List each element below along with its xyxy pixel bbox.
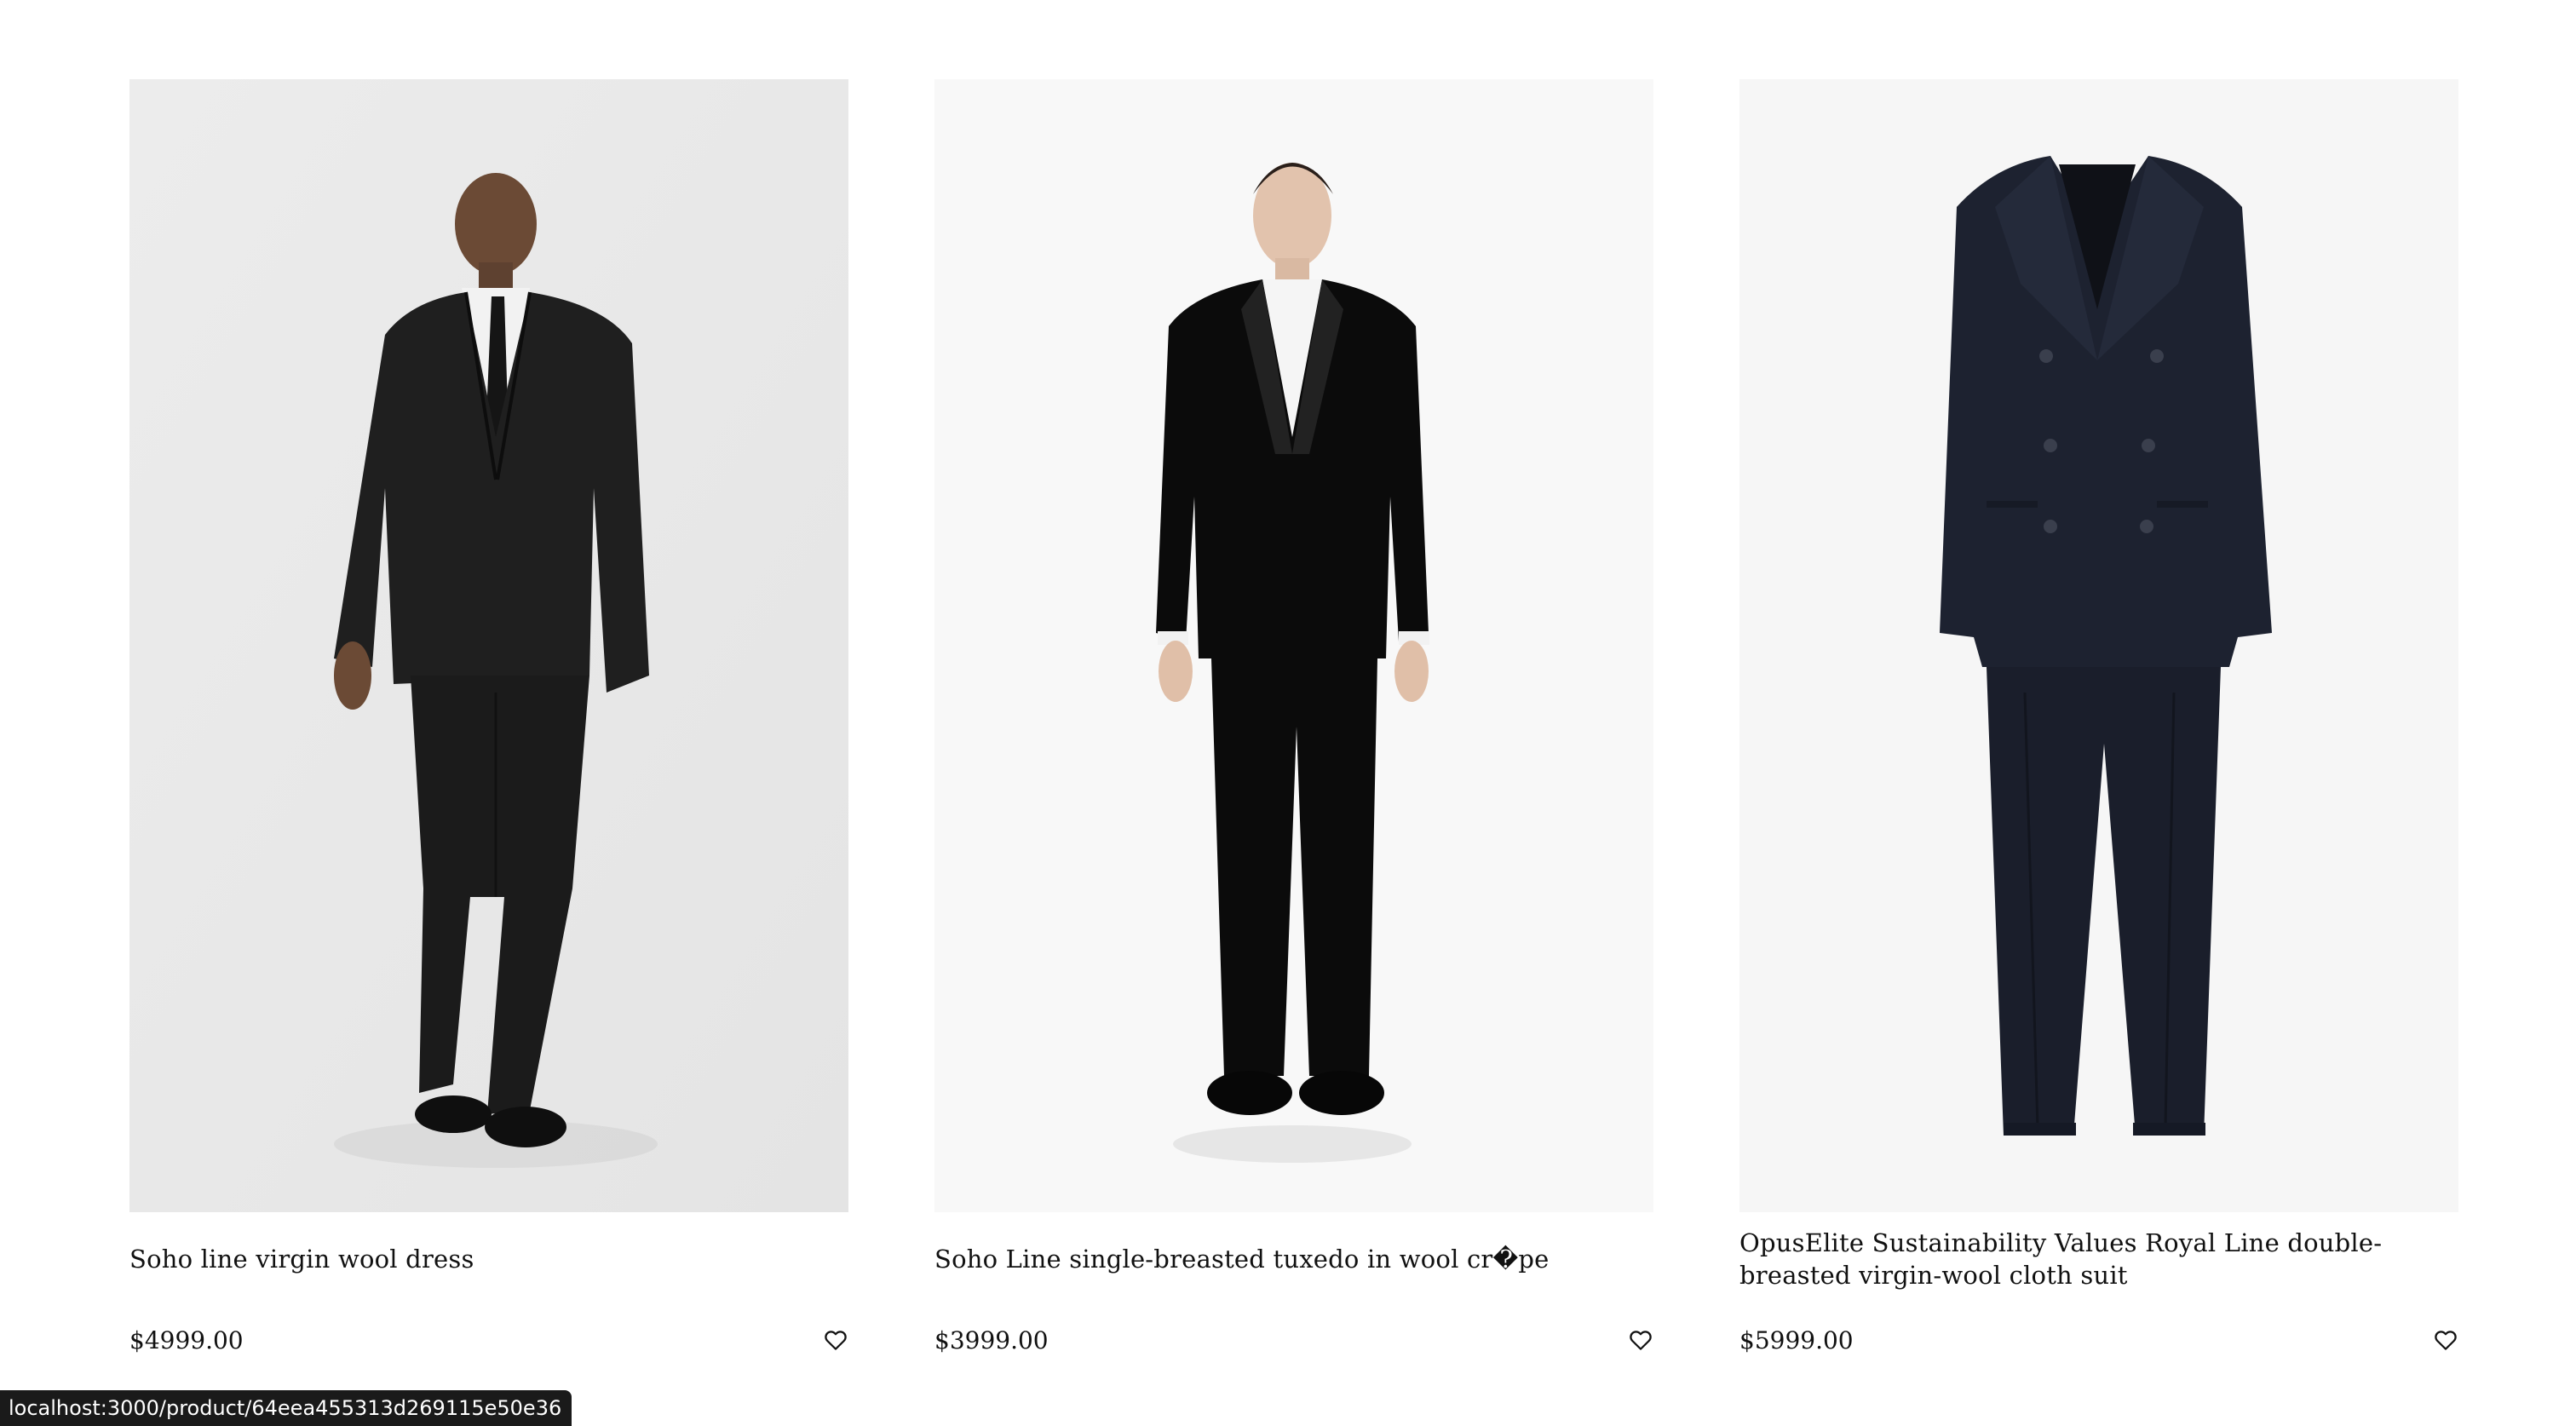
product-title-area: Soho Line single-breasted tuxedo in wool… bbox=[934, 1212, 1653, 1306]
product-title[interactable]: Soho line virgin wool dress bbox=[129, 1243, 474, 1275]
product-price: $5999.00 bbox=[1739, 1325, 1854, 1354]
price-row: $4999.00 bbox=[129, 1306, 848, 1374]
link-preview-status-bar: localhost:3000/product/64eea455313d26911… bbox=[0, 1390, 572, 1426]
product-grid: Soho line virgin wool dress $4999.00 Soh… bbox=[129, 79, 2458, 1374]
product-title-area: Soho line virgin wool dress bbox=[129, 1212, 848, 1306]
product-price: $4999.00 bbox=[129, 1325, 244, 1354]
price-row: $3999.00 bbox=[934, 1306, 1653, 1374]
product-image[interactable] bbox=[1739, 79, 2458, 1212]
heart-icon[interactable] bbox=[823, 1327, 848, 1353]
product-title[interactable]: OpusElite Sustainability Values Royal Li… bbox=[1739, 1227, 2458, 1291]
product-listing-page: Soho line virgin wool dress $4999.00 Soh… bbox=[0, 0, 2576, 1426]
product-title-area: OpusElite Sustainability Values Royal Li… bbox=[1739, 1212, 2458, 1306]
heart-icon[interactable] bbox=[1628, 1327, 1653, 1353]
product-price: $3999.00 bbox=[934, 1325, 1049, 1354]
suit-photo-man-crossed-legs bbox=[129, 79, 848, 1212]
product-card[interactable]: OpusElite Sustainability Values Royal Li… bbox=[1739, 79, 2458, 1374]
tuxedo-photo-man-standing bbox=[934, 79, 1653, 1212]
product-title[interactable]: Soho Line single-breasted tuxedo in wool… bbox=[934, 1243, 1550, 1275]
double-breasted-suit-photo bbox=[1739, 79, 2458, 1212]
product-card[interactable]: Soho Line single-breasted tuxedo in wool… bbox=[934, 79, 1653, 1374]
product-image[interactable] bbox=[934, 79, 1653, 1212]
product-image[interactable] bbox=[129, 79, 848, 1212]
price-row: $5999.00 bbox=[1739, 1306, 2458, 1374]
heart-icon[interactable] bbox=[2433, 1327, 2458, 1353]
product-card[interactable]: Soho line virgin wool dress $4999.00 bbox=[129, 79, 848, 1374]
